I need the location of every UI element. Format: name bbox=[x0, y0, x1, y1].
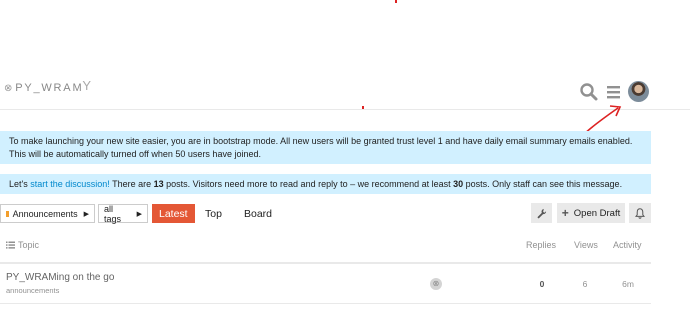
logo-mark-icon: ⊗ bbox=[4, 82, 15, 94]
row-divider bbox=[0, 303, 651, 304]
banner-text: posts. Only staff can see this message. bbox=[463, 179, 623, 189]
topic-activity[interactable]: 6m bbox=[618, 279, 638, 289]
banner-text: Let's bbox=[9, 179, 31, 189]
column-header-views[interactable]: Views bbox=[574, 240, 598, 250]
tags-dropdown-label: all tags bbox=[104, 203, 122, 224]
site-logo[interactable]: ⊗ PY_WRAM Y bbox=[4, 78, 93, 95]
header-divider bbox=[0, 262, 651, 264]
annotation-dot bbox=[395, 0, 397, 3]
column-header-topic-label: Topic bbox=[18, 240, 40, 250]
open-draft-label: Open Draft bbox=[573, 207, 621, 219]
bootstrap-notice-line2: This will be automatically turned off wh… bbox=[9, 148, 261, 159]
tab-board[interactable]: Board bbox=[237, 204, 279, 223]
caret-right-icon: ▶ bbox=[83, 210, 89, 218]
tab-latest[interactable]: Latest bbox=[152, 204, 195, 223]
topic-category-link[interactable]: announcements bbox=[6, 286, 59, 295]
tags-dropdown[interactable]: all tags ▶ bbox=[98, 203, 148, 224]
topic-title-link[interactable]: PY_WRAMing on the go bbox=[6, 272, 114, 283]
banner-text: posts. Visitors need more to read and re… bbox=[163, 179, 454, 189]
bootstrap-mode-banner: To make launching your new site easier, … bbox=[0, 131, 651, 164]
post-count: 13 bbox=[153, 179, 164, 189]
caret-right-icon: ▶ bbox=[136, 210, 142, 218]
wrench-icon bbox=[537, 208, 547, 219]
category-dropdown[interactable]: Announcements ▶ bbox=[0, 204, 95, 223]
start-discussion-banner: Let's start the discussion! There are 13… bbox=[0, 174, 651, 194]
plus-icon: + bbox=[561, 206, 569, 220]
column-header-topic[interactable]: Topic bbox=[6, 240, 39, 250]
category-color-swatch bbox=[6, 210, 9, 217]
category-dropdown-label: Announcements bbox=[12, 208, 78, 219]
open-draft-button[interactable]: + Open Draft bbox=[557, 203, 625, 223]
column-header-replies[interactable]: Replies bbox=[526, 240, 556, 250]
poster-avatar[interactable]: ⊗ bbox=[430, 278, 442, 290]
bootstrap-notice-line1: To make launching your new site easier, … bbox=[9, 136, 633, 146]
logo-text: PY_WRAM bbox=[15, 82, 84, 94]
recommended-post-count: 30 bbox=[453, 179, 464, 189]
bell-icon bbox=[635, 207, 645, 219]
navigation-bar: Announcements ▶ all tags ▶ Latest Top Bo… bbox=[0, 203, 651, 225]
start-discussion-link[interactable]: start the discussion! bbox=[30, 179, 110, 189]
notification-bell-button[interactable] bbox=[629, 203, 651, 223]
topic-views-count: 6 bbox=[582, 279, 588, 289]
logo-tail: Y bbox=[82, 77, 93, 93]
banner-text: There are bbox=[109, 179, 154, 189]
admin-wrench-button[interactable] bbox=[531, 203, 552, 223]
list-icon bbox=[6, 241, 15, 249]
column-header-activity[interactable]: Activity bbox=[613, 240, 642, 250]
topic-replies-count: 0 bbox=[539, 279, 545, 289]
tab-top[interactable]: Top bbox=[198, 204, 229, 223]
user-avatar[interactable] bbox=[628, 81, 649, 102]
